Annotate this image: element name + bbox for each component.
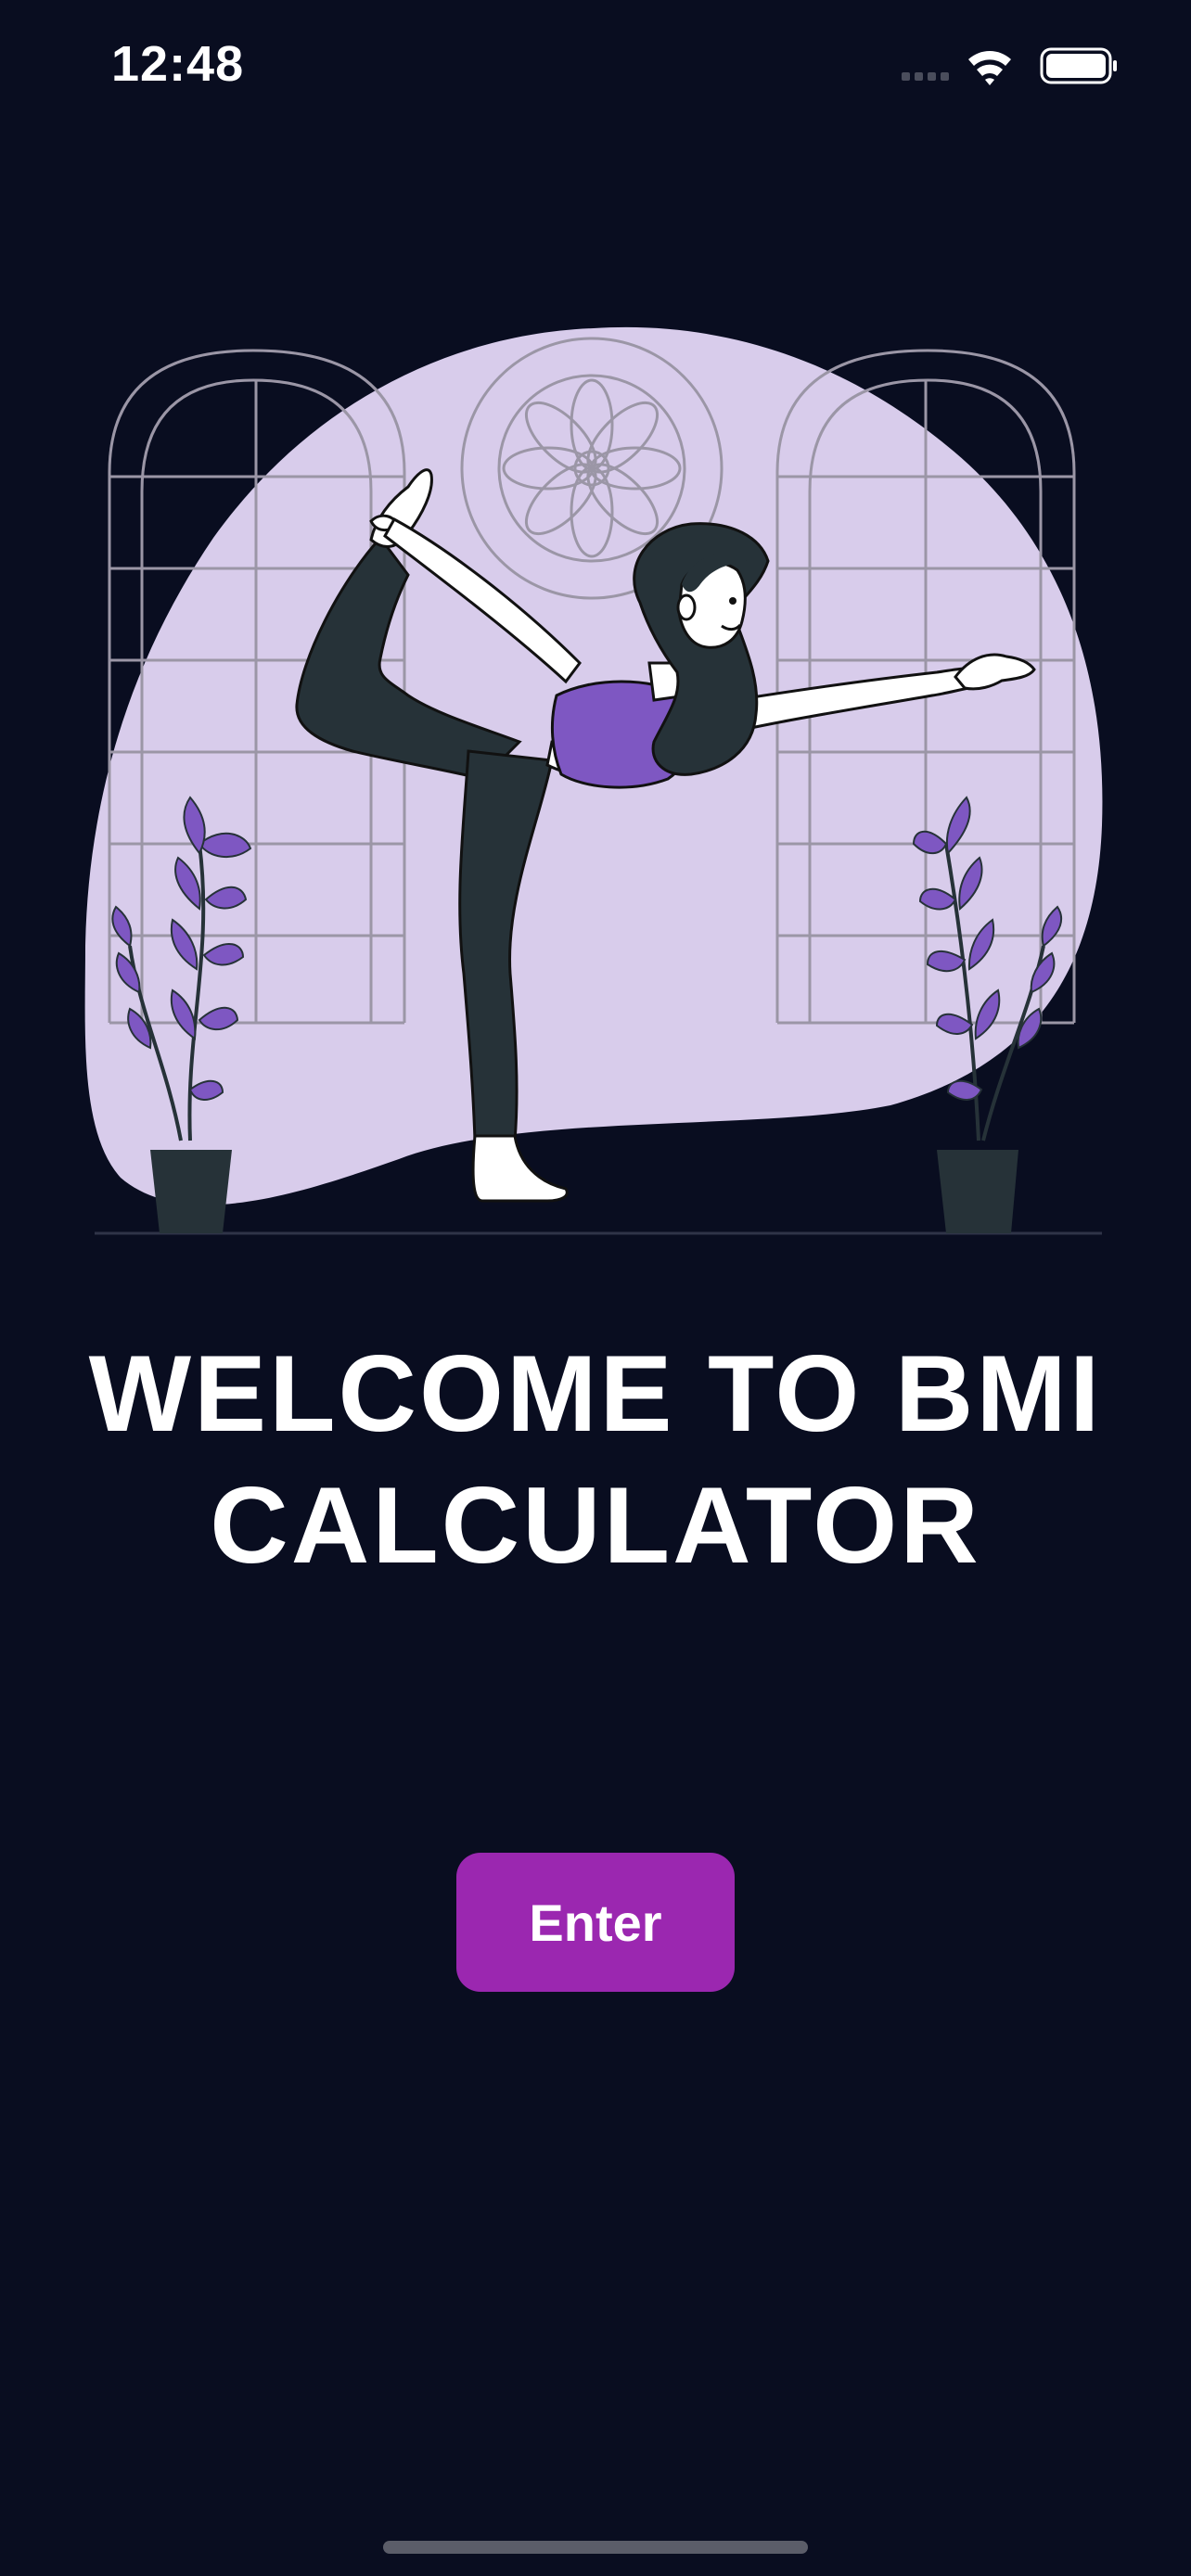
status-time: 12:48 bbox=[111, 36, 245, 92]
battery-icon bbox=[1040, 47, 1117, 84]
enter-button[interactable]: Enter bbox=[456, 1853, 735, 1992]
yoga-illustration bbox=[84, 326, 1103, 1235]
home-indicator[interactable] bbox=[383, 2541, 808, 2554]
wifi-icon bbox=[968, 51, 1011, 85]
status-icons bbox=[902, 47, 1117, 85]
welcome-title: WELCOME TO BMI CALCULATOR bbox=[88, 1333, 1103, 1586]
cellular-signal-icon bbox=[902, 72, 949, 81]
status-bar: 12:48 bbox=[0, 0, 1191, 139]
